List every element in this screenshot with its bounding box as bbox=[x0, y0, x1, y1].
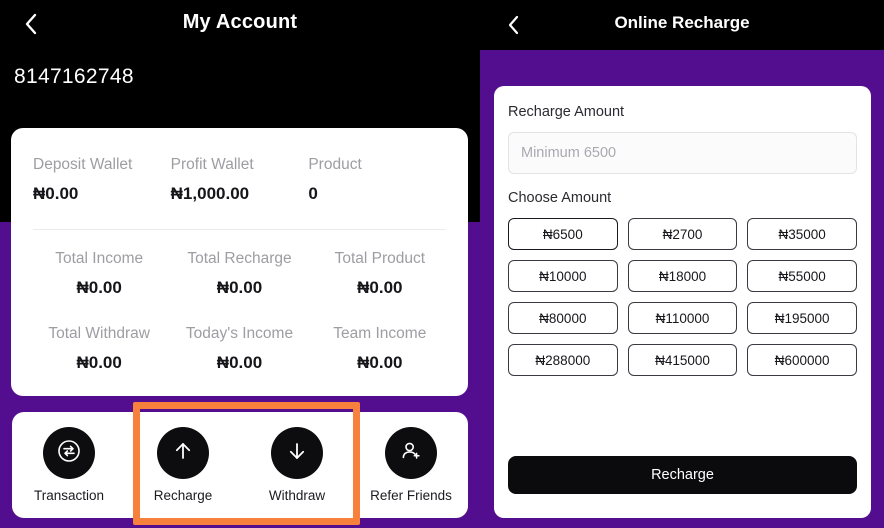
deposit-wallet-label: Deposit Wallet bbox=[33, 156, 133, 173]
transaction-icon-circle bbox=[43, 427, 95, 479]
arrow-up-icon bbox=[169, 437, 197, 470]
amount-option-288000[interactable]: ₦288000 bbox=[508, 344, 618, 376]
todays-income-cell: Today's Income ₦0.00 bbox=[169, 323, 309, 380]
todays-income-value: ₦0.00 bbox=[216, 353, 263, 372]
deposit-wallet-cell: Deposit Wallet ₦0.00 bbox=[33, 154, 171, 211]
total-income-cell: Total Income ₦0.00 bbox=[29, 248, 169, 305]
amount-option-415000[interactable]: ₦415000 bbox=[627, 344, 738, 376]
recharge-icon-circle bbox=[157, 427, 209, 479]
team-income-cell: Team Income ₦0.00 bbox=[310, 323, 450, 380]
transaction-action[interactable]: Transaction bbox=[12, 412, 126, 518]
amount-option-6500[interactable]: ₦6500 bbox=[508, 218, 618, 250]
profit-wallet-label: Profit Wallet bbox=[170, 156, 254, 173]
profit-wallet-value: ₦1,000.00 bbox=[170, 184, 250, 203]
product-label: Product bbox=[308, 156, 362, 173]
amount-options-grid: ₦6500 ₦2700 ₦35000 ₦10000 ₦18000 ₦55000 … bbox=[508, 218, 857, 376]
refer-friends-action[interactable]: Refer Friends bbox=[354, 412, 468, 518]
wallet-primary-grid: Deposit Wallet ₦0.00 Profit Wallet ₦1,00… bbox=[11, 128, 468, 211]
arrow-down-icon bbox=[283, 437, 311, 470]
total-withdraw-cell: Total Withdraw ₦0.00 bbox=[29, 323, 169, 380]
amount-option-600000[interactable]: ₦600000 bbox=[747, 344, 857, 376]
my-account-header: My Account bbox=[0, 0, 480, 48]
recharge-amount-label: Recharge Amount bbox=[508, 104, 625, 120]
online-recharge-header: Online Recharge bbox=[480, 0, 884, 50]
online-recharge-title: Online Recharge bbox=[614, 13, 750, 32]
quick-actions-card: Transaction Recharge Withdraw Refer Frie… bbox=[12, 412, 468, 518]
withdraw-icon-circle bbox=[271, 427, 323, 479]
team-income-value: ₦0.00 bbox=[357, 353, 403, 372]
total-withdraw-label: Total Withdraw bbox=[48, 325, 150, 342]
recharge-action[interactable]: Recharge bbox=[126, 412, 240, 518]
choose-amount-label: Choose Amount bbox=[508, 190, 612, 206]
person-add-icon bbox=[397, 437, 425, 470]
online-recharge-panel: Online Recharge Recharge Amount Choose A… bbox=[480, 0, 884, 528]
amount-option-80000[interactable]: ₦80000 bbox=[508, 302, 618, 334]
amount-option-110000[interactable]: ₦110000 bbox=[627, 302, 738, 334]
amount-option-35000[interactable]: ₦35000 bbox=[747, 218, 857, 250]
total-income-value: ₦0.00 bbox=[76, 278, 122, 297]
transfer-arrows-circle-icon bbox=[55, 437, 83, 470]
team-income-label: Team Income bbox=[333, 325, 427, 342]
total-product-label: Total Product bbox=[334, 250, 426, 267]
recharge-amount-input[interactable] bbox=[508, 132, 857, 174]
account-number: 8147162748 bbox=[14, 65, 134, 88]
product-count-cell: Product 0 bbox=[308, 154, 446, 211]
recharge-submit-button[interactable]: Recharge bbox=[508, 456, 857, 494]
screenshot-root: My Account 8147162748 Deposit Wallet ₦0.… bbox=[0, 0, 884, 528]
amount-option-55000[interactable]: ₦55000 bbox=[747, 260, 857, 292]
refer-friends-label: Refer Friends bbox=[370, 488, 452, 503]
total-income-label: Total Income bbox=[55, 250, 144, 267]
todays-income-label: Today's Income bbox=[185, 325, 294, 342]
total-withdraw-value: ₦0.00 bbox=[76, 353, 122, 372]
refer-friends-icon-circle bbox=[385, 427, 437, 479]
total-recharge-cell: Total Recharge ₦0.00 bbox=[169, 248, 309, 305]
withdraw-action[interactable]: Withdraw bbox=[240, 412, 354, 518]
profit-wallet-cell: Profit Wallet ₦1,000.00 bbox=[171, 154, 309, 211]
deposit-wallet-value: ₦0.00 bbox=[33, 184, 79, 203]
transaction-label: Transaction bbox=[33, 488, 105, 503]
recharge-form-card: Recharge Amount Choose Amount ₦6500 ₦270… bbox=[494, 86, 871, 518]
amount-option-18000[interactable]: ₦18000 bbox=[627, 260, 738, 292]
my-account-title: My Account bbox=[182, 11, 298, 33]
amount-option-10000[interactable]: ₦10000 bbox=[508, 260, 618, 292]
total-recharge-label: Total Recharge bbox=[187, 250, 292, 267]
withdraw-label: Withdraw bbox=[268, 488, 326, 503]
wallet-stats-grid: Total Income ₦0.00 Total Recharge ₦0.00 … bbox=[11, 230, 468, 380]
total-product-cell: Total Product ₦0.00 bbox=[310, 248, 450, 305]
wallet-summary-card: Deposit Wallet ₦0.00 Profit Wallet ₦1,00… bbox=[11, 128, 468, 396]
amount-option-2700[interactable]: ₦2700 bbox=[627, 218, 738, 250]
amount-option-195000[interactable]: ₦195000 bbox=[747, 302, 857, 334]
recharge-label: Recharge bbox=[153, 488, 213, 503]
total-product-value: ₦0.00 bbox=[357, 278, 403, 297]
product-value: 0 bbox=[308, 184, 318, 203]
my-account-panel: My Account 8147162748 Deposit Wallet ₦0.… bbox=[0, 0, 480, 528]
total-recharge-value: ₦0.00 bbox=[216, 278, 263, 297]
